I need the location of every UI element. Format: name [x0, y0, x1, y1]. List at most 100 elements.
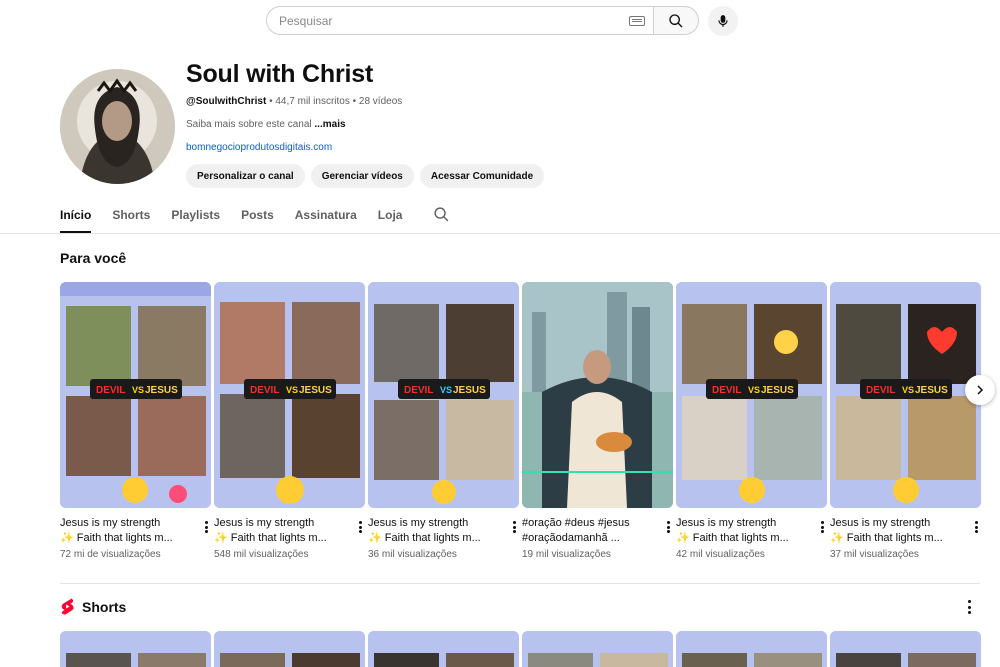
video-title-line1[interactable]: Jesus is my strength: [830, 516, 960, 531]
video-views: 548 mil visualizações: [214, 549, 309, 560]
more-vert-icon[interactable]: [509, 519, 519, 535]
jesus-label: JESUS: [761, 385, 794, 396]
meta-separator: •: [349, 96, 359, 107]
video-views: 72 mi de visualizações: [60, 549, 161, 560]
more-vert-icon[interactable]: [971, 519, 981, 535]
devil-label: DEVIL: [96, 385, 125, 396]
video-thumbnail[interactable]: [522, 282, 673, 508]
about-more-link[interactable]: ...mais: [314, 119, 345, 130]
short-thumbnail[interactable]: [830, 631, 981, 667]
video-title-line2[interactable]: ✨ Faith that lights m...: [830, 531, 960, 546]
vs-label: VS: [748, 385, 760, 395]
vs-label: VS: [132, 385, 144, 395]
search-input[interactable]: [279, 13, 629, 28]
video-title-line2[interactable]: ✨ Faith that lights m...: [368, 531, 498, 546]
short-thumbnail[interactable]: [676, 631, 827, 667]
section-title-shorts: Shorts: [82, 598, 127, 615]
video-title-line1[interactable]: Jesus is my strength: [214, 516, 344, 531]
video-title-line2[interactable]: #oraçãodamanhã ...: [522, 531, 652, 546]
vs-label: VS: [286, 385, 298, 395]
more-vert-icon[interactable]: [355, 519, 365, 535]
video-title-line2[interactable]: ✨ Faith that lights m...: [214, 531, 344, 546]
video-views: 19 mil visualizações: [522, 549, 611, 560]
shorts-logo-icon: [61, 598, 74, 615]
section-title-for-you: Para você: [60, 250, 127, 266]
about-text: Saiba mais sobre este canal: [186, 119, 312, 130]
channel-link[interactable]: bomnegocioprodutosdigitais.com: [186, 142, 332, 153]
shelf-next-button[interactable]: [965, 375, 995, 405]
more-vert-icon[interactable]: [663, 519, 673, 535]
devil-label: DEVIL: [404, 385, 433, 396]
search-button[interactable]: [653, 6, 699, 35]
devil-label: DEVIL: [866, 385, 895, 396]
search-icon: [434, 207, 449, 222]
section-divider: [60, 583, 980, 584]
tab-membership[interactable]: Assinatura: [295, 201, 357, 233]
more-vert-icon[interactable]: [817, 519, 827, 535]
channel-handle: @SoulwithChrist: [186, 96, 267, 107]
channel-tabs: Início Shorts Playlists Posts Assinatura…: [60, 201, 450, 233]
subscriber-count: 44,7 mil inscritos: [275, 96, 350, 107]
shorts-shelf: [60, 631, 990, 667]
search-field[interactable]: [266, 6, 653, 35]
jesus-label: JESUS: [299, 385, 332, 396]
short-thumbnail[interactable]: [368, 631, 519, 667]
tab-shorts[interactable]: Shorts: [112, 201, 150, 233]
for-you-shelf: DEVIL VS JESUS Jesus is my strength ✨ Fa…: [60, 282, 990, 562]
more-vert-icon[interactable]: [201, 519, 211, 535]
video-views: 36 mil visualizações: [368, 549, 457, 560]
jesus-label: JESUS: [915, 385, 948, 396]
video-count: 28 vídeos: [358, 96, 403, 107]
video-title-line1[interactable]: Jesus is my strength: [368, 516, 498, 531]
more-vert-icon[interactable]: [965, 600, 973, 614]
tab-search-button[interactable]: [433, 201, 450, 228]
video-card[interactable]: DEVIL VS JESUS Jesus is my strength ✨ Fa…: [60, 282, 211, 560]
video-card[interactable]: DEVIL VS JESUS Jesus is my strength ✨ Fa…: [830, 282, 981, 560]
vs-label: VS: [902, 385, 914, 395]
video-thumbnail[interactable]: DEVIL VS JESUS: [830, 282, 981, 508]
video-thumbnail[interactable]: DEVIL VS JESUS: [60, 282, 211, 508]
devil-label: DEVIL: [250, 385, 279, 396]
tab-store[interactable]: Loja: [378, 201, 403, 233]
search-bar: [266, 6, 699, 35]
short-thumbnail[interactable]: [60, 631, 211, 667]
video-card[interactable]: #oração #deus #jesus #oraçãodamanhã ... …: [522, 282, 673, 560]
video-title-line2[interactable]: ✨ Faith that lights m...: [60, 531, 190, 546]
tab-posts[interactable]: Posts: [241, 201, 274, 233]
channel-meta: @SoulwithChrist • 44,7 mil inscritos • 2…: [186, 96, 402, 107]
video-card[interactable]: DEVIL VS JESUS Jesus is my strength ✨ Fa…: [368, 282, 519, 560]
video-thumbnail[interactable]: DEVIL VS JESUS: [368, 282, 519, 508]
video-views: 42 mil visualizações: [676, 549, 765, 560]
video-card[interactable]: DEVIL VS JESUS Jesus is my strength ✨ Fa…: [676, 282, 827, 560]
channel-actions: Personalizar o canal Gerenciar vídeos Ac…: [186, 164, 545, 188]
channel-name: Soul with Christ: [186, 60, 374, 88]
video-thumbnail[interactable]: DEVIL VS JESUS: [214, 282, 365, 508]
devil-label: DEVIL: [712, 385, 741, 396]
jesus-label: JESUS: [453, 385, 486, 396]
video-title-line1[interactable]: Jesus is my strength: [676, 516, 806, 531]
jesus-label: JESUS: [145, 385, 178, 396]
short-thumbnail[interactable]: [522, 631, 673, 667]
community-button[interactable]: Acessar Comunidade: [419, 164, 545, 188]
video-title-line2[interactable]: ✨ Faith that lights m...: [676, 531, 806, 546]
search-icon: [669, 13, 683, 27]
tab-home[interactable]: Início: [60, 201, 92, 233]
tab-playlists[interactable]: Playlists: [171, 201, 220, 233]
manage-videos-button[interactable]: Gerenciar vídeos: [310, 164, 414, 188]
video-title-line1[interactable]: Jesus is my strength: [60, 516, 190, 531]
video-title-line1[interactable]: #oração #deus #jesus: [522, 516, 652, 531]
keyboard-icon[interactable]: [629, 15, 645, 26]
tabs-divider: [0, 233, 1000, 234]
chevron-right-icon: [977, 385, 984, 395]
short-thumbnail[interactable]: [214, 631, 365, 667]
video-thumbnail[interactable]: DEVIL VS JESUS: [676, 282, 827, 508]
vs-label: VS: [440, 385, 452, 395]
channel-avatar[interactable]: [60, 69, 175, 184]
shorts-header: Shorts: [60, 598, 126, 615]
mic-icon: [718, 15, 728, 27]
customize-channel-button[interactable]: Personalizar o canal: [186, 164, 305, 188]
video-views: 37 mil visualizações: [830, 549, 919, 560]
channel-about[interactable]: Saiba mais sobre este canal ...mais: [186, 119, 346, 130]
voice-search-button[interactable]: [708, 6, 738, 36]
video-card[interactable]: DEVIL VS JESUS Jesus is my strength ✨ Fa…: [214, 282, 365, 560]
